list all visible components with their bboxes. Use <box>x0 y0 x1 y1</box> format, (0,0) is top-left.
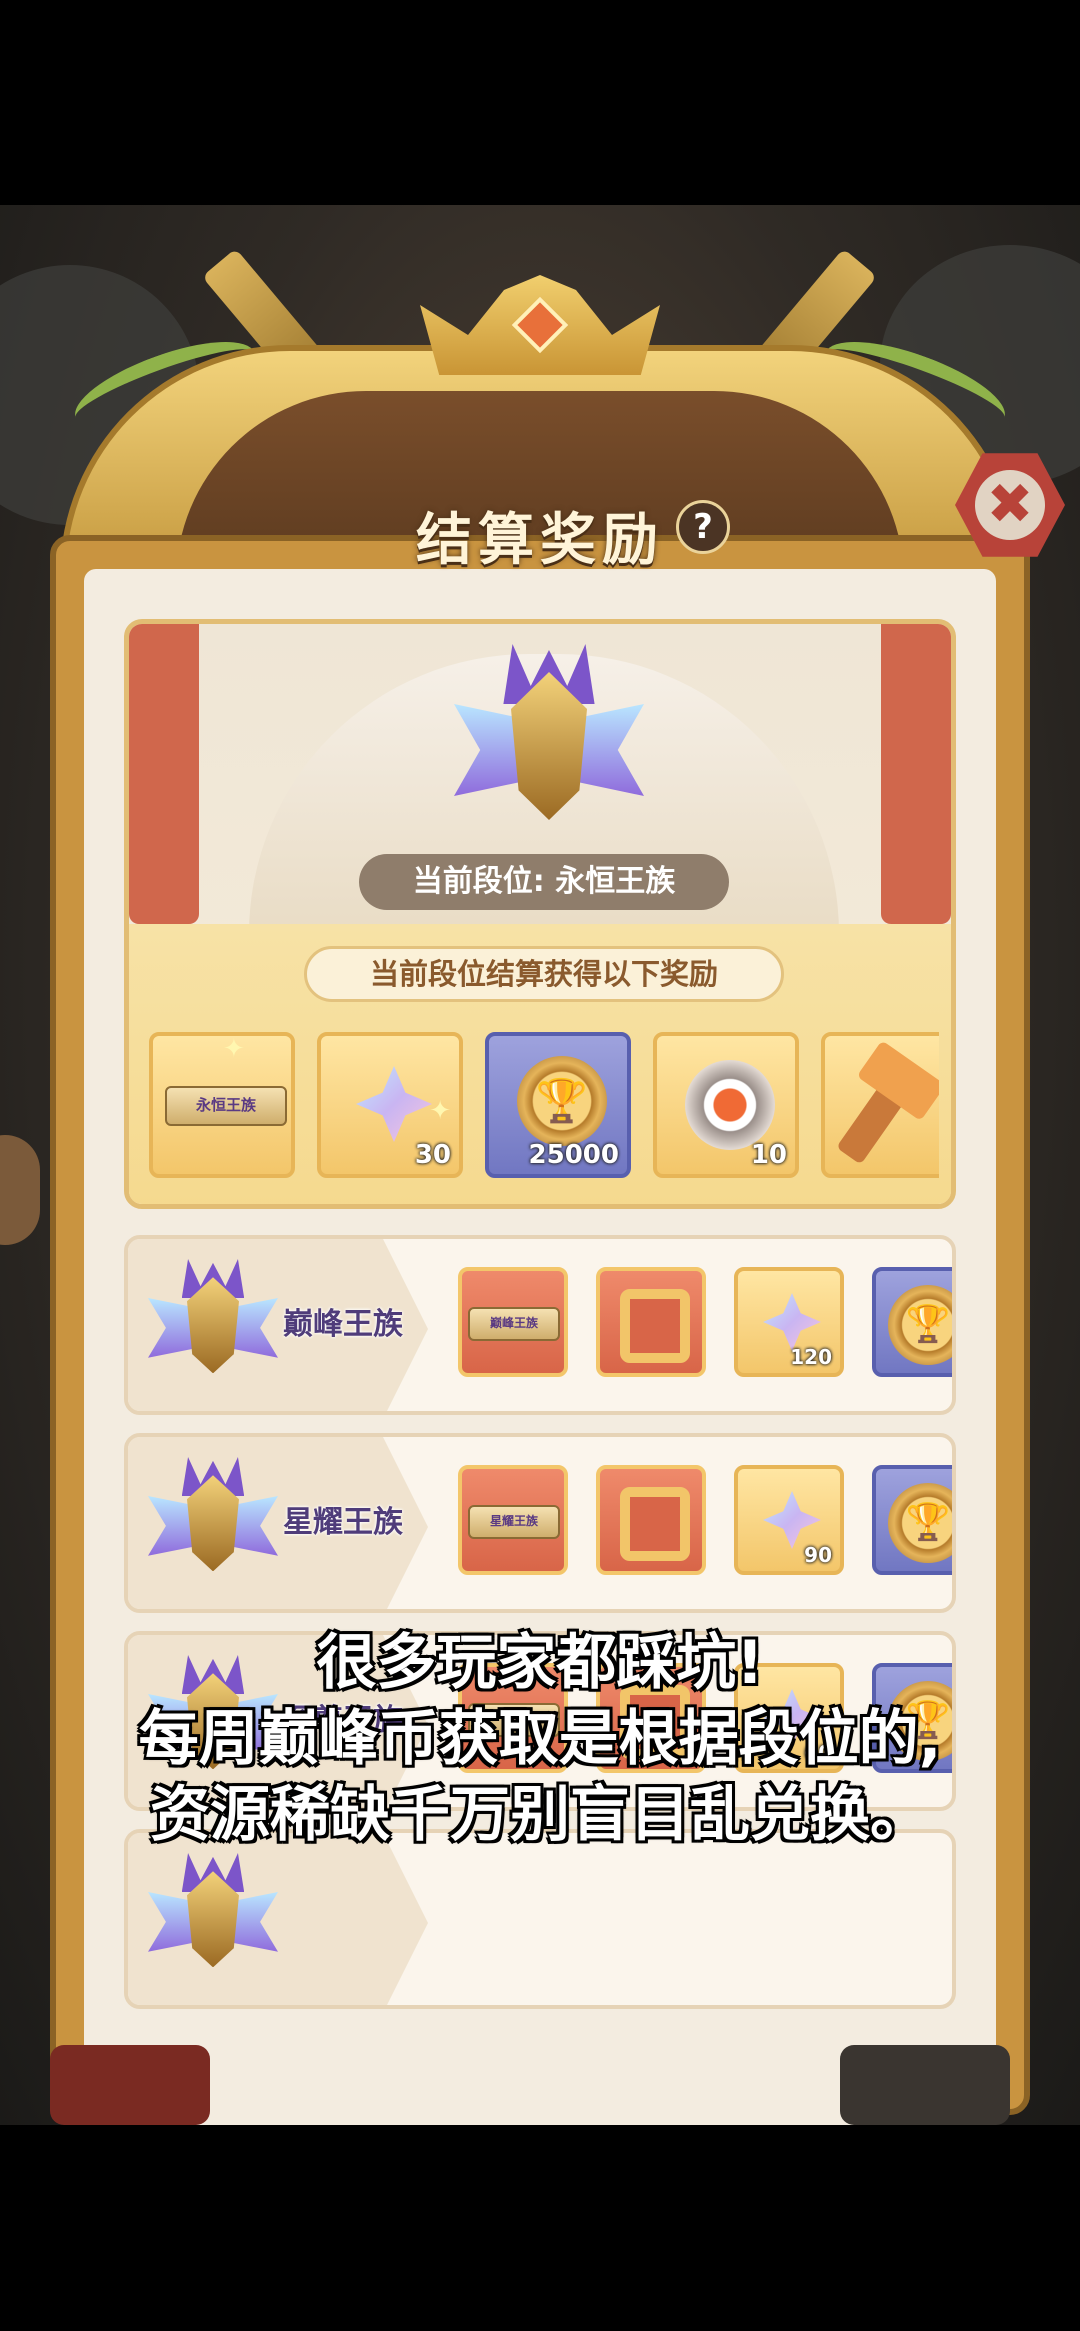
reward-avatar-frame[interactable] <box>596 1267 706 1377</box>
reward-peak-coin[interactable]: 🏆 <box>872 1267 952 1377</box>
caption-line-1: 很多玩家都踩坑! <box>315 1627 765 1700</box>
rank-plate-icon: 星耀王族 <box>468 1505 560 1539</box>
bottom-right-button[interactable] <box>840 2045 1010 2125</box>
video-caption: 很多玩家都踩坑! 每周巅峰币获取是根据段位的, 资源稀缺千万别盲目乱兑换。 <box>0 1625 1080 1853</box>
reward-hammer[interactable] <box>821 1032 939 1178</box>
avatar-frame-icon <box>620 1487 690 1561</box>
tier-rewards[interactable]: 巅峰王族 120 🏆 <box>458 1267 952 1387</box>
rank-plate-icon: 巅峰王族 <box>468 1307 560 1341</box>
tier-name: 星耀王族 <box>283 1505 403 1540</box>
header-title-wrap: 结算奖励 <box>0 495 1080 576</box>
tier-rewards[interactable]: 星耀王族 90 🏆 <box>458 1465 952 1585</box>
reward-crystal[interactable]: 120 <box>734 1267 844 1377</box>
tier-name: 巅峰王族 <box>283 1307 403 1342</box>
star-royalty-badge-icon <box>148 1457 278 1587</box>
page-title: 结算奖励 <box>416 508 664 573</box>
reward-rank-plate[interactable]: 巅峰王族 <box>458 1267 568 1377</box>
trophy-coin-icon: 🏆 <box>888 1285 952 1365</box>
rewards-panel-inner: 当前段位: 永恒王族 当前段位结算获得以下奖励 ✦ 永恒王族 ✦ 30 🏆 25… <box>84 569 996 2125</box>
reward-band-title: 当前段位结算获得以下奖励 <box>304 946 784 1002</box>
reward-rank-plate[interactable]: ✦ 永恒王族 <box>149 1032 295 1178</box>
help-button[interactable]: ? <box>676 500 730 554</box>
bottom-left-button[interactable] <box>50 2045 210 2125</box>
reward-gear-token[interactable]: 10 <box>653 1032 799 1178</box>
reward-qty: 25000 <box>528 1140 619 1170</box>
rank-badge-icon <box>148 1853 278 1983</box>
caption-line-2: 每周巅峰币获取是根据段位的, <box>137 1703 943 1776</box>
crystal-icon <box>763 1491 821 1549</box>
tier-row[interactable]: 星耀王族 星耀王族 90 🏆 <box>124 1433 956 1613</box>
rank-plate-icon: 永恒王族 <box>165 1086 287 1126</box>
current-rank-card: 当前段位: 永恒王族 当前段位结算获得以下奖励 ✦ 永恒王族 ✦ 30 🏆 25… <box>124 619 956 1209</box>
current-rank-label: 当前段位: 永恒王族 <box>359 854 729 910</box>
rewards-panel: 当前段位: 永恒王族 当前段位结算获得以下奖励 ✦ 永恒王族 ✦ 30 🏆 25… <box>50 535 1030 2125</box>
tier-row[interactable]: 巅峰王族 巅峰王族 120 🏆 <box>124 1235 956 1415</box>
tier-row[interactable] <box>124 1829 956 2009</box>
reward-peak-coin[interactable]: 🏆 <box>872 1465 952 1575</box>
reward-avatar-frame[interactable] <box>596 1465 706 1575</box>
hammer-icon <box>836 1057 924 1165</box>
reward-qty: 10 <box>750 1140 787 1170</box>
eternal-royalty-badge-icon <box>454 644 644 844</box>
close-icon: ✖ <box>975 470 1045 540</box>
reward-rank-plate[interactable]: 星耀王族 <box>458 1465 568 1575</box>
avatar-frame-icon <box>620 1289 690 1363</box>
gear-token-icon <box>685 1060 775 1150</box>
close-button[interactable]: ✖ <box>955 450 1065 560</box>
peak-royalty-badge-icon <box>148 1259 278 1389</box>
crystal-icon <box>356 1066 432 1142</box>
reward-band: 当前段位结算获得以下奖励 ✦ 永恒王族 ✦ 30 🏆 25000 10 <box>129 924 951 1204</box>
reward-peak-coin[interactable]: 🏆 25000 <box>485 1032 631 1178</box>
reward-crystal[interactable]: ✦ 30 <box>317 1032 463 1178</box>
reward-crystal[interactable]: 90 <box>734 1465 844 1575</box>
crystal-icon <box>763 1293 821 1351</box>
banner-left <box>129 624 199 924</box>
trophy-coin-icon: 🏆 <box>888 1483 952 1563</box>
trophy-coin-icon: 🏆 <box>517 1056 607 1146</box>
current-rewards-row[interactable]: ✦ 永恒王族 ✦ 30 🏆 25000 10 <box>149 1032 939 1192</box>
banner-right <box>881 624 951 924</box>
side-avatar[interactable] <box>0 1135 40 1245</box>
reward-qty: 90 <box>804 1543 832 1567</box>
caption-line-3: 资源稀缺千万别盲目乱兑换。 <box>149 1779 932 1852</box>
crown-emblem <box>420 235 660 375</box>
reward-qty: 30 <box>414 1140 451 1170</box>
reward-qty: 120 <box>790 1345 832 1369</box>
